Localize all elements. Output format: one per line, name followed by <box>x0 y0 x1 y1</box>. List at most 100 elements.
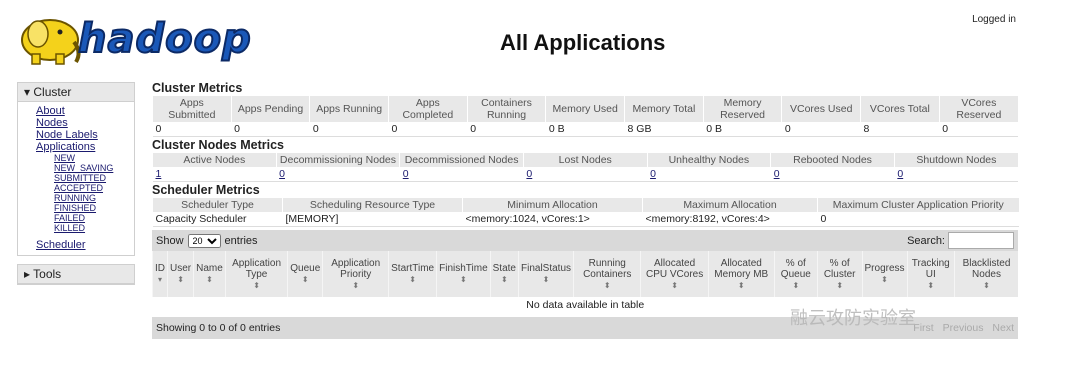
column-header: Maximum Allocation <box>642 198 818 212</box>
nav-link-state-failed[interactable]: FAILED <box>36 213 134 223</box>
pagination: First Previous Next <box>907 322 1014 334</box>
sort-icon: ▾ <box>157 275 162 284</box>
previous-page-button[interactable]: Previous <box>943 322 984 334</box>
metric-value: 0 <box>309 122 389 137</box>
column-header: Memory Total <box>624 96 704 122</box>
rebooted-nodes-link[interactable]: 0 <box>774 168 780 180</box>
column-header: VCores Used <box>781 96 861 122</box>
metric-value: 0 <box>781 122 861 137</box>
decommissioned-nodes-link[interactable]: 0 <box>403 168 409 180</box>
column-header-tracking-ui[interactable]: Tracking UI ⬍ <box>906 251 955 297</box>
column-header: Memory Used <box>545 96 625 122</box>
first-page-button[interactable]: First <box>913 322 933 334</box>
nav-link-state-new-saving[interactable]: NEW_SAVING <box>36 163 134 173</box>
collapse-icon: ▾ <box>24 85 31 99</box>
nav-link-node-labels[interactable]: Node Labels <box>36 129 134 141</box>
sort-icon: ⬍ <box>983 280 990 290</box>
column-header: Maximum Cluster Application Priority <box>817 198 1019 212</box>
table-row: 1 0 0 0 0 0 0 <box>152 167 1018 182</box>
metric-value: Capacity Scheduler <box>152 212 283 227</box>
column-header: Scheduler Type <box>152 198 283 212</box>
sort-icon: ⬍ <box>500 275 508 284</box>
column-header: Minimum Allocation <box>462 198 643 212</box>
column-header: VCores Reserved <box>938 96 1018 122</box>
nav-link-scheduler[interactable]: Scheduler <box>36 239 134 251</box>
metric-value: 0 B <box>703 122 782 137</box>
column-header-user[interactable]: User ⬍ <box>166 251 194 297</box>
sort-icon: ⬍ <box>603 280 611 290</box>
scheduler-metrics-title: Scheduler Metrics <box>152 183 260 197</box>
cluster-metrics-table: Apps Submitted Apps Pending Apps Running… <box>152 96 1018 137</box>
column-header-application-priority[interactable]: Application Priority ⬍ <box>322 251 389 297</box>
column-header-blacklisted-nodes[interactable]: Blacklisted Nodes ⬍ <box>954 251 1018 297</box>
column-header: Containers Running <box>466 96 546 122</box>
showing-entries-info: Showing 0 to 0 of 0 entries <box>156 322 281 334</box>
expand-icon: ▸ <box>24 267 31 281</box>
nav-link-state-accepted[interactable]: ACCEPTED <box>36 183 134 193</box>
sort-icon: ⬍ <box>352 280 360 290</box>
tools-toggle[interactable]: ▸ Tools <box>18 265 134 284</box>
lost-nodes-link[interactable]: 0 <box>526 168 532 180</box>
next-page-button[interactable]: Next <box>992 322 1014 334</box>
nav-link-state-killed[interactable]: KILLED <box>36 223 134 233</box>
entries-label: entries <box>224 234 258 247</box>
column-header-allocated-cpu[interactable]: Allocated CPU VCores ⬍ <box>640 251 709 297</box>
column-header: Apps Running <box>309 96 389 122</box>
column-header-application-type[interactable]: Application Type ⬍ <box>224 251 288 297</box>
cluster-section: ▾ Cluster About Nodes Node Labels Applic… <box>17 82 135 256</box>
nav-link-applications[interactable]: Applications <box>36 141 134 153</box>
column-header-percent-queue[interactable]: % of Queue ⬍ <box>773 251 818 297</box>
apps-table-controls: Show 20 entries Search: <box>152 230 1018 251</box>
metric-value: 0 <box>939 122 1018 137</box>
column-header: Decommissioned Nodes <box>399 153 524 167</box>
sort-icon: ⬍ <box>881 275 888 284</box>
column-header-allocated-memory[interactable]: Allocated Memory MB ⬍ <box>707 251 775 297</box>
column-header: Rebooted Nodes <box>770 153 895 167</box>
column-header: Shutdown Nodes <box>893 153 1018 167</box>
metric-value: 0 <box>152 122 232 137</box>
column-header-running-containers[interactable]: Running Containers ⬍ <box>573 251 641 297</box>
column-header: Scheduling Resource Type <box>282 198 463 212</box>
search-input[interactable] <box>948 232 1014 249</box>
column-header-final-status[interactable]: FinalStatus ⬍ <box>517 251 574 297</box>
active-nodes-link[interactable]: 1 <box>156 168 162 180</box>
decommissioning-nodes-link[interactable]: 0 <box>279 168 285 180</box>
cluster-toggle[interactable]: ▾ Cluster <box>18 83 134 102</box>
sort-icon: ⬍ <box>460 275 467 284</box>
cluster-nodes-metrics-title: Cluster Nodes Metrics <box>152 138 284 152</box>
column-header: Memory Reserved <box>702 96 782 122</box>
metric-value: 0 <box>817 212 1019 227</box>
tools-section: ▸ Tools <box>17 264 135 285</box>
metric-value: 0 <box>231 122 310 137</box>
metric-value: 0 <box>467 122 546 137</box>
sort-icon: ⬍ <box>253 280 260 290</box>
column-header-percent-cluster[interactable]: % of Cluster ⬍ <box>816 251 863 297</box>
logo-wordmark: hadoop <box>77 15 252 63</box>
column-header-name[interactable]: Name ⬍ <box>193 251 226 297</box>
nav-link-state-finished[interactable]: FINISHED <box>36 203 134 213</box>
nav-link-state-submitted[interactable]: SUBMITTED <box>36 173 134 183</box>
column-header: VCores Total <box>860 96 940 122</box>
metric-value: 0 <box>388 122 468 137</box>
nav-link-state-new[interactable]: NEW <box>36 153 134 163</box>
show-label: Show <box>156 234 184 247</box>
nav-link-nodes[interactable]: Nodes <box>36 117 134 129</box>
column-header-start-time[interactable]: StartTime ⬍ <box>388 251 437 297</box>
tools-label: Tools <box>33 267 62 281</box>
entries-select[interactable]: 20 <box>187 233 221 248</box>
nav-link-state-running[interactable]: RUNNING <box>36 193 134 203</box>
unhealthy-nodes-link[interactable]: 0 <box>650 168 656 180</box>
shutdown-nodes-link[interactable]: 0 <box>897 168 903 180</box>
main-content: Cluster Metrics Apps Submitted Apps Pend… <box>152 80 1019 339</box>
column-header-progress[interactable]: Progress ⬍ <box>861 251 908 297</box>
nav-link-about[interactable]: About <box>36 105 134 117</box>
sort-icon: ⬍ <box>927 280 935 290</box>
cluster-label: Cluster <box>33 85 72 99</box>
sort-icon: ⬍ <box>671 280 678 290</box>
column-header-queue[interactable]: Queue ⬍ <box>287 251 323 297</box>
column-header-id[interactable]: ID ▾ <box>152 251 168 297</box>
sort-icon: ⬍ <box>301 275 309 284</box>
column-header-finish-time[interactable]: FinishTime ⬍ <box>436 251 491 297</box>
column-header-state[interactable]: State ⬍ <box>489 251 519 297</box>
column-header: Active Nodes <box>152 153 277 167</box>
